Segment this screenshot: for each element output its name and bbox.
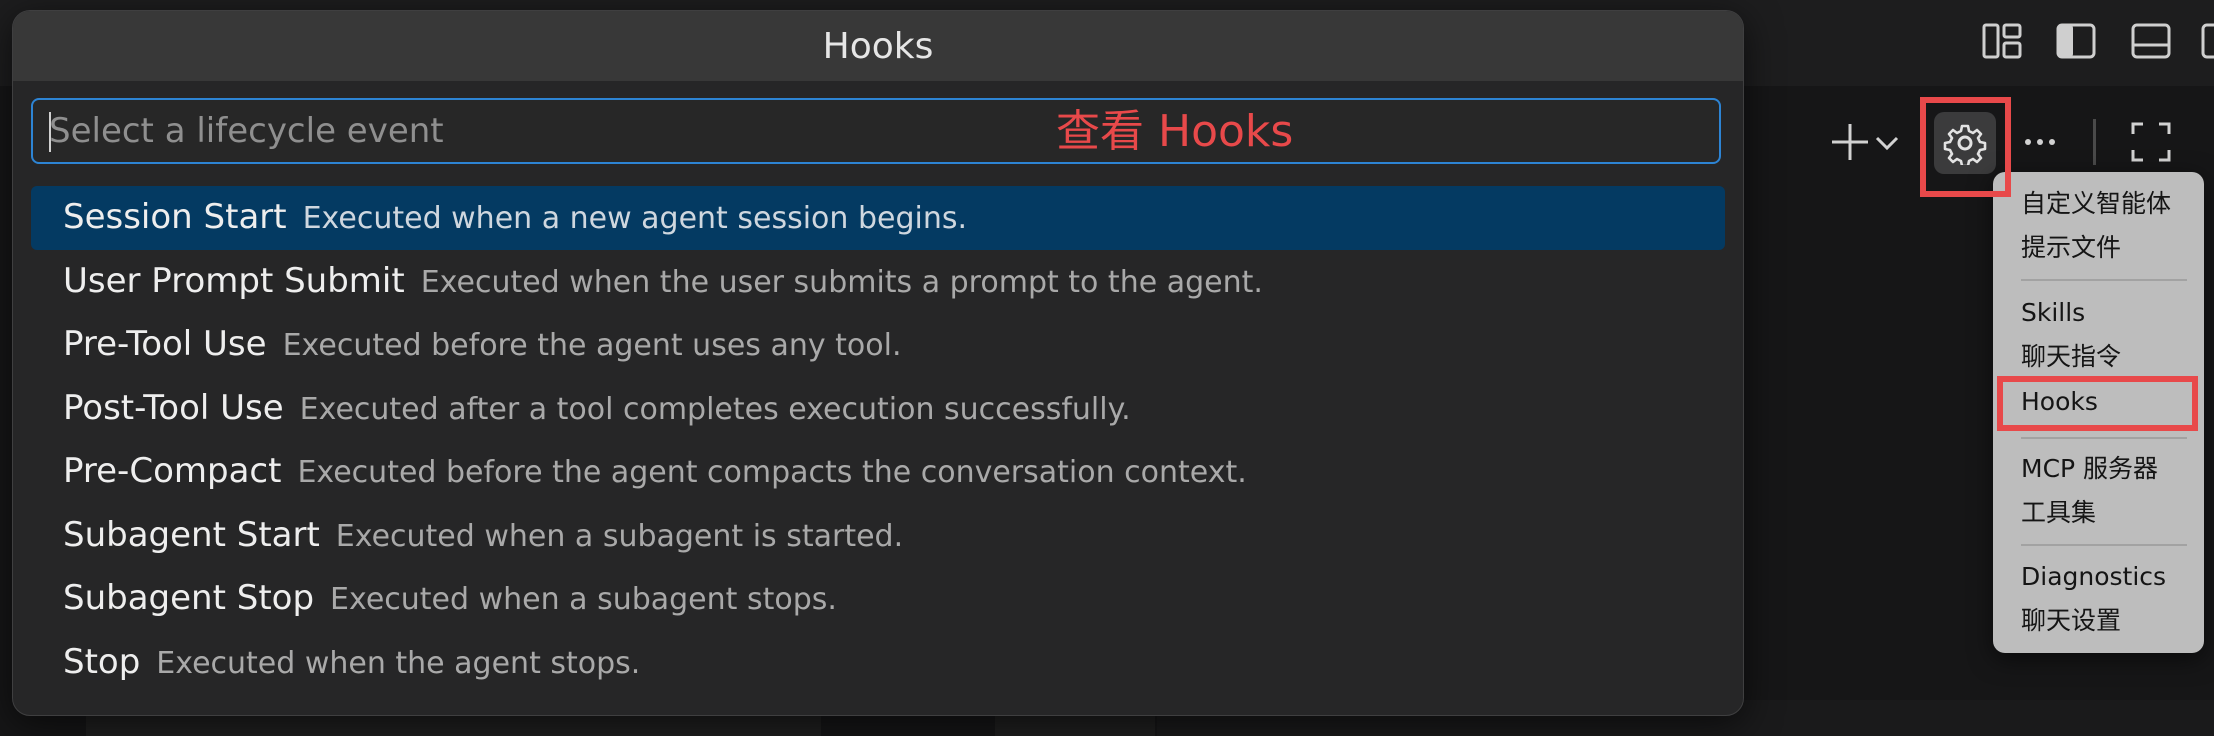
customize-layout-icon[interactable]	[1981, 20, 2023, 62]
list-item-label: Pre-Tool Use	[63, 324, 267, 364]
list-item-pre-compact[interactable]: Pre-Compact Executed before the agent com…	[31, 440, 1725, 504]
editor-pane	[86, 714, 821, 736]
list-item-user-prompt-submit[interactable]: User Prompt Submit Executed when the user…	[31, 250, 1725, 314]
menu-item-diagnostics[interactable]: Diagnostics	[2021, 562, 2166, 592]
list-item-label: Stop	[63, 641, 141, 682]
editor-pane	[995, 714, 1155, 736]
toggle-panel-icon[interactable]	[2130, 20, 2172, 62]
menu-item-chat-settings[interactable]: 聊天设置	[2021, 606, 2121, 636]
list-item-label: Session Start	[63, 197, 287, 237]
list-item-label: Subagent Stop	[63, 578, 315, 618]
hooks-quick-pick: Hooks Select a lifecycle event Session S…	[12, 10, 1744, 716]
toggle-sidebar-icon[interactable]	[2055, 20, 2097, 62]
list-item-description: Executed before the agent compacts the c…	[297, 455, 1247, 490]
menu-item-prompt-files[interactable]: 提示文件	[2021, 233, 2121, 263]
list-item-description: Executed when the user submits a prompt …	[420, 264, 1263, 300]
highlight-hooks-item	[1997, 376, 2198, 431]
input-placeholder: Select a lifecycle event	[49, 111, 444, 151]
list-item-stop[interactable]: Stop Executed when the agent stops.	[31, 631, 1725, 695]
list-item-description: Executed before the agent uses any tool.	[282, 328, 902, 363]
menu-separator	[2021, 544, 2187, 546]
menu-item-chat-instructions[interactable]: 聊天指令	[2021, 342, 2121, 372]
list-item-description: Executed when a subagent stops.	[330, 582, 837, 617]
list-item-subagent-stop[interactable]: Subagent Stop Executed when a subagent st…	[31, 567, 1725, 631]
menu-separator	[2021, 437, 2187, 439]
list-item-label: Post-Tool Use	[63, 387, 284, 428]
list-item-description: Executed after a tool completes executio…	[299, 391, 1131, 427]
list-item-description: Executed when the agent stops.	[156, 645, 641, 681]
list-item-label: Subagent Start	[63, 514, 320, 555]
fullscreen-icon[interactable]	[2127, 118, 2175, 166]
annotation-caption: 查看 Hooks	[1056, 106, 1294, 157]
toolbar-separator	[2093, 119, 2096, 165]
list-item-subagent-start[interactable]: Subagent Start Executed when a subagent i…	[31, 504, 1725, 568]
text-caret	[49, 112, 51, 152]
list-item-description: Executed when a new agent session begins…	[302, 201, 968, 236]
toggle-secondary-sidebar-icon[interactable]	[2200, 20, 2214, 62]
list-item-pre-tool-use[interactable]: Pre-Tool Use Executed before the agent us…	[31, 313, 1725, 377]
list-item-description: Executed when a subagent is started.	[335, 518, 904, 554]
lifecycle-event-input[interactable]: Select a lifecycle event	[31, 98, 1721, 164]
menu-item-skills[interactable]: Skills	[2021, 298, 2085, 328]
more-icon[interactable]	[2016, 118, 2064, 166]
menu-item-tool-sets[interactable]: 工具集	[2021, 498, 2096, 528]
lifecycle-event-list: Session Start Executed when a new agent s…	[31, 186, 1725, 694]
list-item-post-tool-use[interactable]: Post-Tool Use Executed after a tool compl…	[31, 377, 1725, 441]
chevron-down-icon[interactable]	[1872, 118, 1902, 166]
add-icon[interactable]	[1826, 118, 1874, 166]
list-item-session-start[interactable]: Session Start Executed when a new agent s…	[31, 186, 1725, 250]
list-item-label: User Prompt Submit	[63, 260, 405, 301]
menu-item-mcp-servers[interactable]: MCP 服务器	[2021, 454, 2158, 484]
menu-item-custom-agents[interactable]: 自定义智能体	[2021, 189, 2171, 219]
dialog-title: Hooks	[13, 11, 1743, 81]
list-item-label: Pre-Compact	[63, 451, 282, 491]
menu-separator	[2021, 279, 2187, 281]
highlight-gear-button	[1920, 97, 2011, 197]
